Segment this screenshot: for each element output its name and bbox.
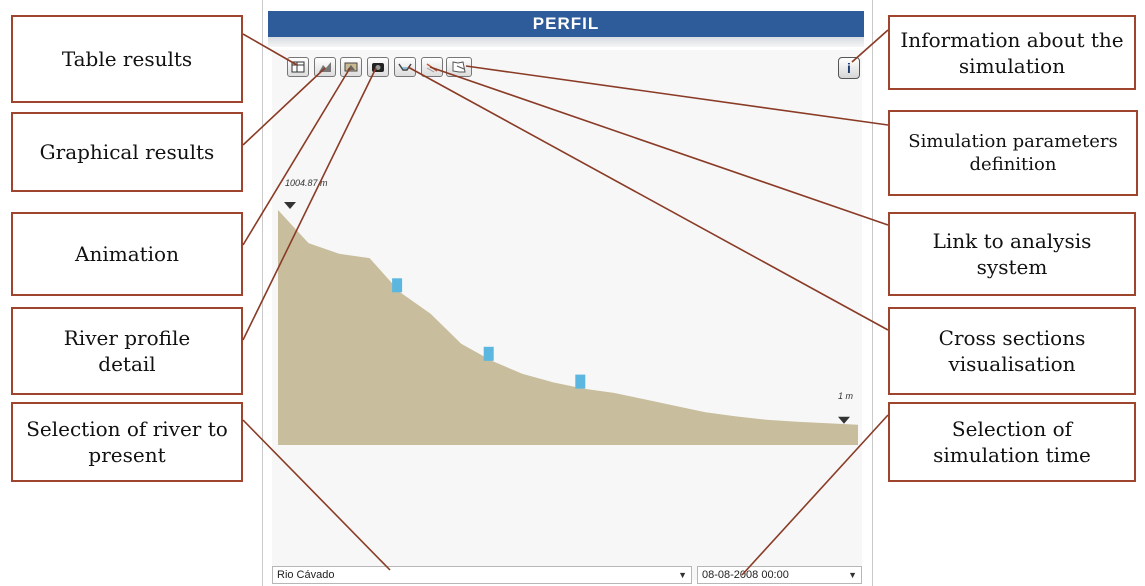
chevron-down-icon: ▼ xyxy=(678,570,687,580)
cross-section-icon xyxy=(398,63,412,71)
river-select-value: Rio Cávado xyxy=(277,569,335,581)
table-results-button[interactable] xyxy=(287,57,309,77)
info-icon: i xyxy=(847,60,851,76)
time-select-value: 08-08-2008 00:00 xyxy=(702,569,789,581)
end-marker xyxy=(838,416,850,424)
chevron-down-icon: ▼ xyxy=(848,570,857,580)
callout-graphical-results: Graphical results xyxy=(11,112,243,192)
time-select[interactable]: 08-08-2008 00:00 ▼ xyxy=(697,566,862,584)
water-level-marker xyxy=(392,278,403,293)
river-profile-detail-button[interactable] xyxy=(367,57,389,77)
cross-sections-visualisation-button[interactable] xyxy=(394,57,416,77)
callout-river-profile-detail: River profile detail xyxy=(11,307,243,395)
chart-icon xyxy=(319,62,331,72)
animation-button[interactable] xyxy=(340,57,362,77)
river-select[interactable]: Rio Cávado ▼ xyxy=(272,566,692,584)
link-analysis-system-button[interactable] xyxy=(421,57,443,77)
title-shade xyxy=(268,37,864,47)
panel-title: PERFIL xyxy=(268,11,864,37)
callout-selection-time: Selection of simulation time xyxy=(888,402,1136,482)
callout-simulation-parameters: Simulation parameters definition xyxy=(888,110,1138,196)
callout-information-simulation: Information about the simulation xyxy=(888,15,1136,90)
start-elevation-label: 1004.87 m xyxy=(285,178,328,188)
camera-icon xyxy=(372,63,384,72)
map-icon xyxy=(452,61,466,73)
terrain-area xyxy=(278,210,858,445)
information-button[interactable]: i xyxy=(838,57,860,79)
simulation-parameters-button[interactable] xyxy=(446,57,472,77)
start-marker xyxy=(284,202,296,209)
water-level-marker xyxy=(483,346,494,361)
callout-cross-sections: Cross sections visualisation xyxy=(888,307,1136,395)
water-level-marker xyxy=(575,374,586,389)
panel-right-border xyxy=(872,0,873,586)
river-profile-chart xyxy=(278,202,858,445)
callout-selection-river: Selection of river to present xyxy=(11,402,243,482)
table-icon xyxy=(291,61,305,73)
callout-animation: Animation xyxy=(11,212,243,296)
film-icon xyxy=(344,62,358,72)
callout-table-results: Table results xyxy=(11,15,243,103)
callout-link-analysis: Link to analysis system xyxy=(888,212,1136,296)
end-elevation-label: 1 m xyxy=(838,391,854,401)
graphical-results-button[interactable] xyxy=(314,57,336,77)
link-icon xyxy=(426,63,438,73)
panel-left-border xyxy=(262,0,263,586)
